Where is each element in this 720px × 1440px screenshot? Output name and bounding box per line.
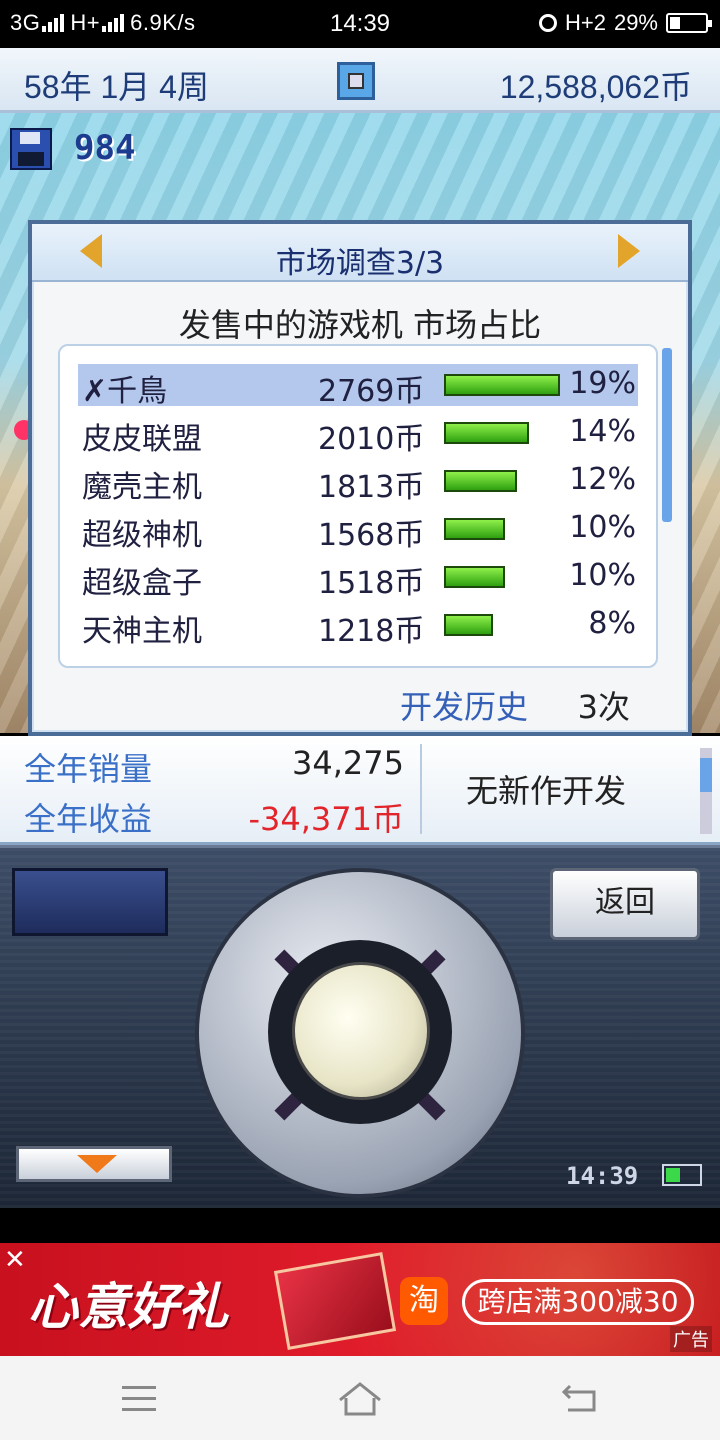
ad-close-icon[interactable]: ✕ (4, 1245, 26, 1275)
annual-info-panel: 全年销量 34,275 全年收益 -34,371币 无新作开发 (0, 736, 720, 845)
menu-icon[interactable] (122, 1386, 156, 1412)
console-price: 1518币 (318, 566, 425, 601)
share-percent: 12% (569, 462, 636, 497)
share-bar (444, 374, 560, 396)
game-header: 58年 1月 4周 12,588,062币 (0, 48, 720, 113)
network-type-3: H+2 (564, 10, 606, 35)
share-bar (444, 470, 517, 492)
back-button[interactable]: 返回 (550, 868, 700, 940)
development-history-link[interactable]: 开发历史 (400, 682, 528, 728)
share-percent: 10% (569, 510, 636, 545)
share-bar (444, 566, 505, 588)
down-arrow-icon (77, 1155, 117, 1173)
share-percent: 19% (569, 366, 636, 401)
dialog-subtitle: 发售中的游戏机 市场占比 (178, 306, 542, 344)
list-item[interactable]: ✗千鳥 2769币 19% (78, 364, 638, 409)
dialog-title: 市场调查3/3 (275, 246, 445, 281)
home-icon[interactable] (336, 1378, 384, 1418)
list-item[interactable]: 天神主机 1218币 8% (78, 604, 638, 649)
battery-icon (666, 13, 712, 33)
share-percent: 8% (588, 606, 636, 641)
camera-icon[interactable] (337, 62, 375, 100)
console-price: 1813币 (318, 470, 425, 505)
taobao-icon: 淘 (400, 1277, 448, 1325)
console-name: ✗千鳥 (82, 374, 168, 409)
battery-percent: 29% (613, 10, 658, 35)
ad-banner[interactable]: ✕ 心意好礼 淘 跨店满300减30 广告 (0, 1243, 720, 1356)
list-item[interactable]: 超级盒子 1518币 10% (78, 556, 638, 601)
ad-label: 广告 (670, 1326, 712, 1352)
console-name: 超级盒子 (82, 566, 202, 601)
back-nav-icon[interactable] (560, 1382, 600, 1414)
annual-revenue-label: 全年收益 (24, 800, 153, 838)
confirm-button[interactable] (292, 962, 430, 1100)
game-money: 12,588,062币 (499, 69, 692, 105)
controller-clock: 14:39 (566, 1162, 639, 1190)
development-history-count: 3次 (577, 688, 630, 726)
list-item[interactable]: 魔壳主机 1813币 12% (78, 460, 638, 505)
console-price: 2769币 (318, 374, 425, 409)
annual-sales-label: 全年销量 (24, 750, 153, 788)
game-date: 58年 1月 4周 (24, 69, 209, 105)
controller-battery-icon (662, 1164, 702, 1186)
list-scrollbar[interactable] (662, 348, 672, 522)
info-scrollbar[interactable] (700, 748, 712, 834)
system-nav-bar (0, 1356, 720, 1440)
status-bar: 3G H+ 6.9K/s 14:39 H+2 29% (0, 0, 720, 48)
down-arrow-button[interactable] (16, 1146, 172, 1182)
status-right: H+2 29% (538, 10, 712, 36)
save-icon[interactable] (10, 128, 52, 170)
list-item[interactable]: 超级神机 1568币 10% (78, 508, 638, 553)
alarm-icon (538, 14, 557, 32)
share-bar (444, 614, 493, 636)
console-price: 1568币 (318, 518, 425, 553)
annual-sales-value: 34,275 (292, 744, 404, 782)
dialog-title-bar: 市场调查3/3 (32, 224, 688, 282)
console-name: 天神主机 (82, 614, 202, 649)
mini-screen (12, 868, 168, 936)
console-price: 1218币 (318, 614, 425, 649)
gift-box-icon (273, 1252, 397, 1350)
market-survey-dialog: 市场调查3/3 发售中的游戏机 市场占比 ✗千鳥 2769币 19% 皮皮联盟 … (28, 220, 692, 736)
list-item[interactable]: 皮皮联盟 2010币 14% (78, 412, 638, 457)
console-name: 超级神机 (82, 518, 202, 553)
next-page-arrow-icon[interactable] (618, 234, 640, 268)
ad-title: 心意好礼 (28, 1277, 228, 1336)
save-count: 984 (74, 128, 136, 168)
share-bar (444, 518, 505, 540)
console-share-list: ✗千鳥 2769币 19% 皮皮联盟 2010币 14% 魔壳主机 1813币 … (58, 344, 658, 668)
console-name: 魔壳主机 (82, 470, 202, 505)
share-percent: 14% (569, 414, 636, 449)
share-bar (444, 422, 529, 444)
info-divider (420, 744, 422, 834)
ad-promo: 跨店满300减30 (462, 1279, 694, 1325)
console-price: 2010币 (318, 422, 425, 457)
annual-revenue-value: -34,371币 (248, 800, 404, 838)
share-percent: 10% (569, 558, 636, 593)
development-status: 无新作开发 (465, 772, 626, 810)
console-name: 皮皮联盟 (82, 422, 202, 457)
